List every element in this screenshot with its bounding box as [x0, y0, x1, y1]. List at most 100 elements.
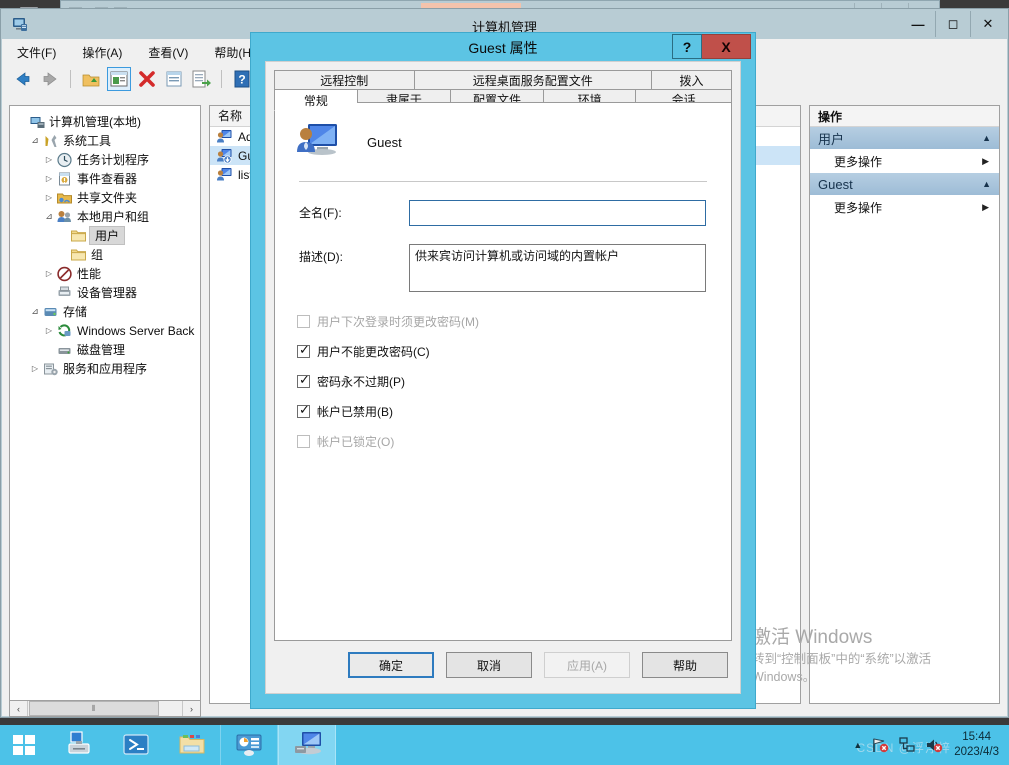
scroll-track[interactable]: ⦀ [28, 701, 182, 716]
local-users-icon [57, 210, 71, 222]
cannot-change-password-checkbox[interactable]: ✓ 用户不能更改密码(C) [297, 336, 731, 366]
password-never-expires-checkbox[interactable]: ✓ 密码永不过期(P) [297, 366, 731, 396]
tree-pane[interactable]: 计算机管理(本地) ⊿ 系统工具 ▷ 任务计划程序 ▷ 事件查看器 ▷ 共享文件夹 ⊿ 本地用户和组… [9, 105, 201, 704]
scroll-left-button[interactable]: ‹ [10, 701, 28, 716]
chevron-right-icon: ▶ [982, 201, 989, 212]
checkbox-label: 用户下次登录时须更改密码(M) [317, 314, 479, 329]
full-name-field[interactable] [409, 200, 706, 226]
full-name-label: 全名(F): [299, 206, 342, 220]
forward-arrow-icon[interactable] [39, 68, 61, 90]
check-icon: ✓ [299, 401, 310, 417]
tab-常规[interactable]: 常规 [274, 89, 357, 111]
taskbar-control-panel[interactable] [220, 725, 278, 765]
tree-node[interactable]: ▷ 共享文件夹 [14, 188, 198, 207]
dialog-help-button[interactable]: ? [672, 34, 702, 59]
dialog-titlebar[interactable]: Guest 属性 ? X [251, 33, 755, 61]
chevron-up-icon[interactable]: ▲ [982, 133, 991, 143]
checkbox-box[interactable]: ✓ [297, 373, 310, 388]
file-explorer-icon [179, 735, 205, 754]
clock-icon [57, 152, 72, 167]
menu-view[interactable]: 查看(V) [145, 42, 191, 63]
ok-button[interactable]: 确定 [348, 652, 434, 678]
up-folder-icon[interactable] [80, 68, 102, 90]
tree-horizontal-scrollbar[interactable]: ‹ ⦀ › [9, 700, 201, 717]
tree-node-label: 系统工具 [63, 134, 112, 148]
checkbox-box[interactable]: ✓ [297, 401, 310, 418]
chevron-right-icon[interactable]: ▷ [42, 155, 56, 164]
actions-header: 操作 [810, 106, 999, 127]
action-more-actions-guest[interactable]: 更多操作 ▶ [810, 195, 999, 219]
description-field[interactable]: 供来宾访问计算机或访问域的内置帐户 [409, 244, 706, 292]
show-hide-tree-icon[interactable] [107, 67, 131, 91]
maximize-button[interactable]: ◻ [935, 11, 970, 37]
checkbox-box [297, 434, 310, 448]
tree-node[interactable]: ⊿ 存储 [14, 302, 198, 321]
menu-action[interactable]: 操作(A) [79, 42, 125, 63]
svg-text:?: ? [238, 73, 245, 87]
actions-group-users[interactable]: 用户 ▲ [810, 127, 999, 149]
tree-node[interactable]: 计算机管理(本地) [14, 112, 198, 131]
tree-node[interactable]: 组 [14, 245, 198, 264]
scroll-thumb[interactable]: ⦀ [29, 701, 159, 716]
checkbox-box[interactable]: ✓ [297, 343, 310, 358]
tab-0-top[interactable]: 远程控制 [274, 70, 414, 91]
delete-icon[interactable] [136, 68, 158, 90]
action-more-actions-users[interactable]: 更多操作 ▶ [810, 149, 999, 173]
tray-expand-icon[interactable]: ▲ [853, 740, 862, 750]
close-button[interactable]: ✕ [970, 11, 1005, 37]
chevron-right-icon[interactable]: ▷ [42, 174, 56, 183]
dialog-close-button[interactable]: X [702, 34, 751, 59]
checkbox-box [297, 314, 310, 328]
chevron-up-icon[interactable]: ▲ [982, 179, 991, 189]
minimize-button[interactable]: — [901, 11, 935, 37]
export-list-icon[interactable] [190, 68, 212, 90]
chevron-right-icon[interactable]: ▷ [28, 364, 42, 373]
tree-node[interactable]: ⊿ 本地用户和组 [14, 207, 198, 226]
tab-1-top[interactable]: 远程桌面服务配置文件 [413, 70, 651, 91]
volume-muted-icon[interactable] [925, 736, 943, 754]
taskbar-powershell[interactable] [108, 725, 164, 765]
tree-node[interactable]: ▷ Windows Server Back [14, 321, 198, 340]
folder-icon [71, 230, 86, 241]
chevron-right-icon[interactable]: ▷ [42, 193, 56, 202]
taskbar-clock[interactable]: 15:44 2023/4/3 [954, 730, 999, 760]
tree-node[interactable]: 设备管理器 [14, 283, 198, 302]
checkbox-label: 密码永不过期(P) [317, 374, 405, 389]
scroll-right-button[interactable]: › [182, 701, 200, 716]
start-button[interactable] [0, 725, 48, 765]
tree-node[interactable]: ▷ 事件查看器 [14, 169, 198, 188]
tree-node[interactable]: 磁盘管理 [14, 340, 198, 359]
action-more-actions-guest-label: 更多操作 [834, 200, 883, 215]
tree-node[interactable]: ▷ 性能 [14, 264, 198, 283]
menu-file[interactable]: 文件(F) [14, 42, 59, 63]
taskbar-server-manager[interactable] [52, 725, 108, 765]
tab-2-top[interactable]: 拨入 [650, 70, 732, 91]
network-error-icon[interactable] [898, 736, 916, 754]
checkbox-label: 用户不能更改密码(C) [317, 344, 430, 359]
chevron-right-icon: ▶ [982, 155, 989, 166]
chevron-right-icon[interactable]: ▷ [42, 269, 56, 278]
tree-node-label: 性能 [77, 267, 102, 281]
properties-icon[interactable] [163, 68, 185, 90]
backup-icon [58, 323, 71, 336]
chevron-down-icon[interactable]: ⊿ [28, 135, 42, 146]
taskbar-computer-management[interactable] [278, 725, 336, 765]
network-flag-icon[interactable] [871, 736, 889, 754]
chevron-down-icon[interactable]: ⊿ [42, 211, 56, 222]
tree-node[interactable]: ⊿ 系统工具 [14, 131, 198, 150]
tree-node-label: 设备管理器 [77, 286, 138, 300]
back-arrow-icon[interactable] [12, 68, 34, 90]
help-button[interactable]: 帮助 [642, 652, 728, 678]
taskbar-file-explorer[interactable] [164, 725, 220, 765]
chevron-right-icon[interactable]: ▷ [42, 326, 56, 335]
actions-group-guest[interactable]: Guest ▲ [810, 173, 999, 195]
control-panel-icon [236, 734, 262, 756]
tree-node[interactable]: 用户 [14, 226, 198, 245]
storage-icon [44, 307, 57, 316]
tree-node-label: 本地用户和组 [77, 210, 150, 224]
tree-node[interactable]: ▷ 服务和应用程序 [14, 359, 198, 378]
chevron-down-icon[interactable]: ⊿ [28, 306, 42, 317]
account-disabled-checkbox[interactable]: ✓ 帐户已禁用(B) [297, 396, 731, 426]
cancel-button[interactable]: 取消 [446, 652, 532, 678]
tree-node[interactable]: ▷ 任务计划程序 [14, 150, 198, 169]
